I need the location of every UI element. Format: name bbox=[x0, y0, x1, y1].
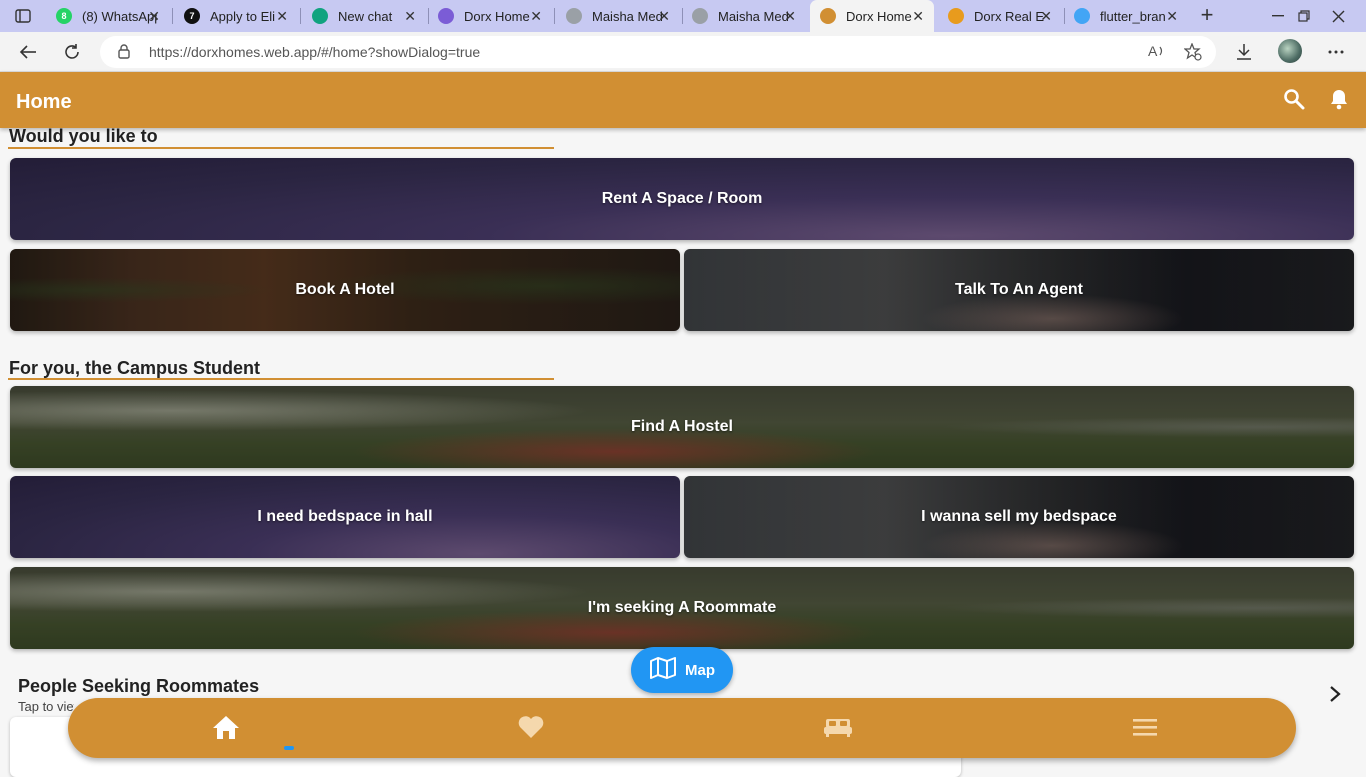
map-icon bbox=[649, 657, 677, 683]
browser-tab[interactable]: Maisha Med ✕ bbox=[556, 0, 680, 32]
need-bedspace-card[interactable]: I need bedspace in hall bbox=[10, 476, 680, 558]
nav-rooms-button[interactable] bbox=[823, 714, 853, 744]
close-tab-icon[interactable]: ✕ bbox=[658, 8, 670, 25]
tab-favicon-icon: 8 bbox=[56, 8, 72, 24]
section-title-would-you-like: Would you like to bbox=[9, 126, 158, 146]
section-divider bbox=[8, 378, 554, 380]
browser-tab-bar: 8 (8) WhatsApp ✕ 7 Apply to Eli ✕ New chat ✕ Dor… bbox=[0, 0, 1366, 32]
rent-space-label: Rent A Space / Room bbox=[601, 190, 763, 207]
chevron-right-icon[interactable] bbox=[1328, 684, 1342, 709]
lock-icon[interactable] bbox=[118, 44, 130, 64]
tab-favicon-icon bbox=[948, 8, 964, 24]
close-tab-icon[interactable]: ✕ bbox=[1166, 8, 1178, 25]
tab-title: Maisha Med bbox=[592, 8, 663, 24]
seeking-roommate-card[interactable]: I'm seeking A Roommate bbox=[10, 567, 1354, 649]
new-tab-button[interactable]: + bbox=[1196, 4, 1218, 26]
bed-icon bbox=[823, 716, 853, 743]
close-tab-icon[interactable]: ✕ bbox=[912, 8, 924, 25]
book-hotel-card[interactable]: Book A Hotel bbox=[10, 249, 680, 331]
tab-favicon-icon bbox=[566, 8, 582, 24]
tab-title: New chat bbox=[338, 8, 393, 24]
profile-avatar[interactable] bbox=[1278, 39, 1302, 63]
tab-title: flutter_bran bbox=[1100, 8, 1166, 24]
browser-tab[interactable]: Dorx Home ✕ bbox=[428, 0, 552, 32]
browser-tab[interactable]: Dorx Real E ✕ bbox=[938, 0, 1062, 32]
section-title-campus: For you, the Campus Student bbox=[9, 358, 261, 378]
seeking-roommate-label: I'm seeking A Roommate bbox=[587, 599, 777, 616]
page-title: Home bbox=[16, 91, 72, 113]
browser-tab[interactable]: Maisha Med ✕ bbox=[682, 0, 806, 32]
tab-separator bbox=[554, 8, 555, 24]
browser-tab[interactable]: flutter_bran ✕ bbox=[1064, 0, 1188, 32]
nav-menu-button[interactable] bbox=[1130, 714, 1160, 744]
tab-separator bbox=[172, 8, 173, 24]
browser-tab[interactable]: Dorx Home ✕ bbox=[810, 0, 934, 32]
tab-title: (8) WhatsApp bbox=[82, 8, 157, 24]
favorite-star-icon[interactable] bbox=[1183, 42, 1202, 66]
browser-address-bar: https://dorxhomes.web.app/#/home?showDia… bbox=[0, 32, 1366, 72]
close-tab-icon[interactable]: ✕ bbox=[784, 8, 796, 25]
tab-separator bbox=[300, 8, 301, 24]
tab-title: Dorx Real E bbox=[974, 8, 1045, 24]
tab-favicon-icon bbox=[312, 8, 328, 24]
sell-bedspace-card[interactable]: I wanna sell my bedspace bbox=[684, 476, 1354, 558]
tab-favicon-icon: 7 bbox=[184, 8, 200, 24]
back-button[interactable] bbox=[14, 38, 42, 66]
download-icon[interactable] bbox=[1230, 38, 1258, 66]
read-aloud-icon[interactable]: A bbox=[1148, 43, 1166, 64]
tab-favicon-icon bbox=[438, 8, 454, 24]
tab-favicon-icon bbox=[692, 8, 708, 24]
rent-space-card[interactable]: Rent A Space / Room bbox=[10, 158, 1354, 240]
url-text[interactable]: https://dorxhomes.web.app/#/home?showDia… bbox=[149, 44, 480, 60]
app-bar: Home bbox=[0, 72, 1366, 128]
nav-home-button[interactable] bbox=[211, 714, 241, 744]
map-button-label: Map bbox=[685, 661, 715, 679]
section-divider bbox=[8, 147, 554, 149]
map-button[interactable]: Map bbox=[631, 647, 733, 693]
notifications-bell-icon[interactable] bbox=[1329, 88, 1349, 115]
close-window-button[interactable] bbox=[1318, 0, 1358, 32]
close-tab-icon[interactable]: ✕ bbox=[530, 8, 542, 25]
browser-tab[interactable]: 8 (8) WhatsApp ✕ bbox=[46, 0, 170, 32]
tab-actions-icon[interactable] bbox=[10, 6, 36, 26]
svg-text:A: A bbox=[1148, 43, 1158, 59]
url-field[interactable]: https://dorxhomes.web.app/#/home?showDia… bbox=[100, 36, 1216, 68]
browser-tab[interactable]: New chat ✕ bbox=[302, 0, 426, 32]
bottom-navigation-bar bbox=[68, 698, 1296, 758]
talk-agent-label: Talk To An Agent bbox=[955, 281, 1083, 298]
sell-bedspace-label: I wanna sell my bedspace bbox=[921, 508, 1117, 525]
home-icon bbox=[212, 714, 240, 745]
tab-title: Apply to Eli bbox=[210, 8, 276, 24]
heart-icon bbox=[517, 715, 545, 744]
tab-title: Maisha Med bbox=[718, 8, 789, 24]
close-tab-icon[interactable]: ✕ bbox=[404, 8, 416, 25]
active-indicator bbox=[284, 746, 294, 750]
menu-icon bbox=[1132, 717, 1158, 742]
close-tab-icon[interactable]: ✕ bbox=[276, 8, 288, 25]
nav-favorites-button[interactable] bbox=[516, 714, 546, 744]
tab-title: Dorx Home bbox=[464, 8, 530, 24]
tab-title: Dorx Home bbox=[846, 8, 912, 24]
browser-tab[interactable]: 7 Apply to Eli ✕ bbox=[174, 0, 298, 32]
close-tab-icon[interactable]: ✕ bbox=[1040, 8, 1052, 25]
find-hostel-card[interactable]: Find A Hostel bbox=[10, 386, 1354, 468]
find-hostel-label: Find A Hostel bbox=[631, 418, 733, 435]
more-options-icon[interactable] bbox=[1322, 38, 1350, 66]
refresh-button[interactable] bbox=[58, 38, 86, 66]
tab-favicon-icon bbox=[820, 8, 836, 24]
talk-agent-card[interactable]: Talk To An Agent bbox=[684, 249, 1354, 331]
tab-favicon-icon bbox=[1074, 8, 1090, 24]
search-icon[interactable] bbox=[1283, 88, 1305, 115]
close-tab-icon[interactable]: ✕ bbox=[148, 8, 160, 25]
roommates-section-title: People Seeking Roommates bbox=[18, 676, 260, 696]
roommates-section-subtitle: Tap to view bbox=[18, 699, 74, 714]
book-hotel-label: Book A Hotel bbox=[295, 281, 395, 298]
need-bedspace-label: I need bedspace in hall bbox=[257, 508, 433, 525]
